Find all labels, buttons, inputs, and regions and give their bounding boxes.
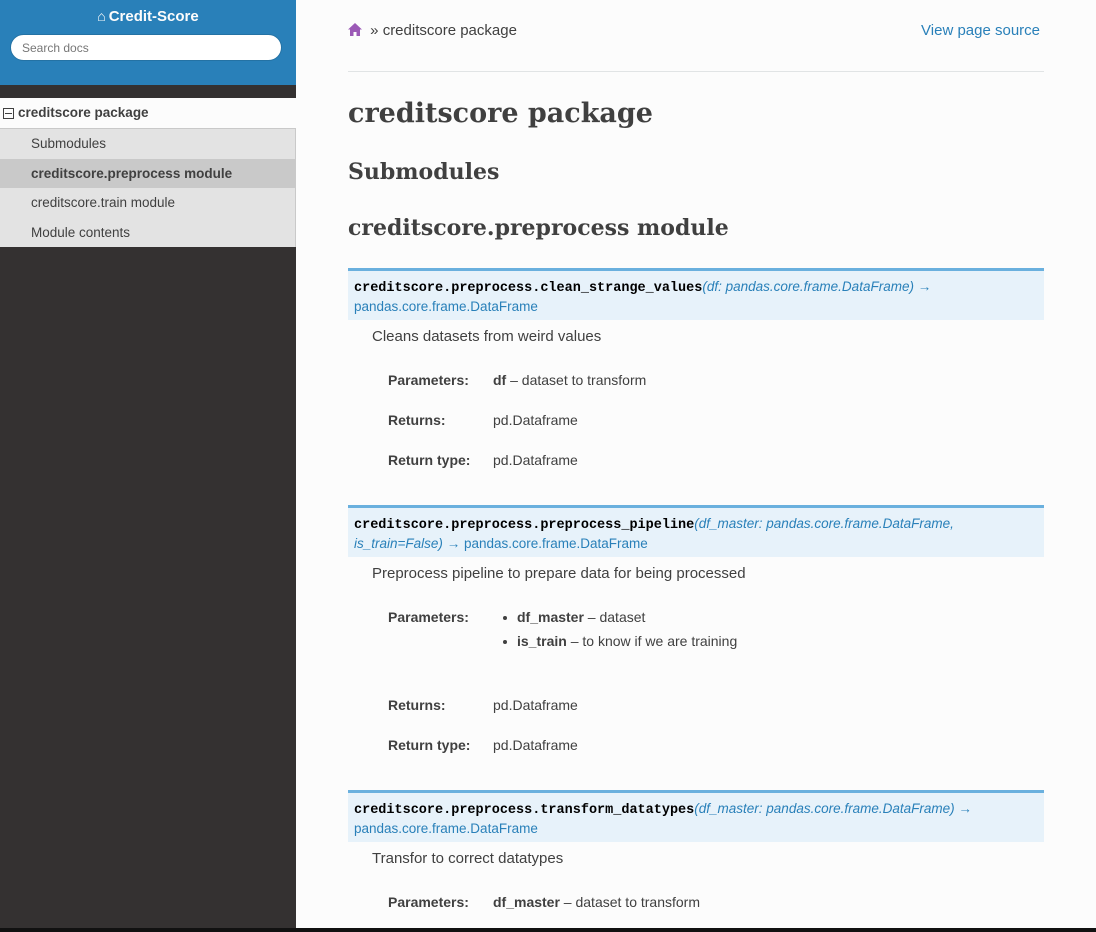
breadcrumb: » creditscore package View page source (348, 0, 1044, 72)
breadcrumb-current: creditscore package (382, 22, 517, 39)
function-name: creditscore.preprocess.transform_datatyp… (354, 803, 695, 818)
return-type-label: Return type: (388, 737, 471, 753)
minus-square-icon[interactable] (3, 107, 14, 119)
param-desc: – dataset (583, 609, 646, 625)
param-name: is_train (517, 633, 567, 649)
function-params-continued: is_train=False (354, 536, 439, 551)
main-content: » creditscore package View page source c… (348, 0, 1044, 910)
home-icon: ⌂ (97, 8, 106, 24)
param-name: df_master (493, 894, 560, 910)
list-item: df_master – dataset (502, 609, 646, 625)
return-type-label: Return type: (388, 452, 471, 468)
toc-root-label: creditscore package (18, 105, 149, 120)
parameters-label: Parameters: (388, 894, 469, 910)
return-type-link[interactable]: pandas.core.frame.DataFrame (464, 536, 648, 551)
project-home-link[interactable]: ⌂ Credit-Score (97, 8, 199, 25)
function-params: df: pandas.core.frame.DataFrame (706, 279, 910, 294)
returns-value: pd.Dataframe (493, 412, 578, 428)
return-arrow: → (958, 801, 972, 816)
param-name: df_master (517, 609, 584, 625)
view-page-source-link[interactable]: View page source (921, 22, 1040, 39)
parameters-label: Parameters: (388, 372, 469, 388)
table-of-contents: creditscore package Submodules creditsco… (0, 98, 296, 247)
project-name: Credit-Score (108, 8, 199, 25)
toc-item-train-module[interactable]: creditscore.train module (0, 188, 296, 218)
function-signature: creditscore.preprocess.preprocess_pipeli… (348, 505, 1044, 557)
toc-item-preprocess-module[interactable]: creditscore.preprocess module (0, 158, 296, 188)
page-title: creditscore package (348, 98, 653, 129)
parameters-label: Parameters: (388, 609, 469, 625)
sidebar-header: ⌂ Credit-Score (0, 0, 296, 85)
function-description: Cleans datasets from weird values (372, 328, 602, 345)
function-params: df_master: pandas.core.frame.DataFrame (698, 801, 951, 816)
toc-item-creditscore-package[interactable]: creditscore package (0, 98, 296, 129)
returns-label: Returns: (388, 697, 446, 713)
return-type-link[interactable]: pandas.core.frame.DataFrame (354, 299, 538, 314)
toc-item-submodules[interactable]: Submodules (0, 129, 296, 159)
search-input[interactable] (10, 34, 282, 61)
function-params: df_master: pandas.core.frame.DataFrame, (698, 516, 954, 531)
function-description: Transfor to correct datatypes (372, 850, 564, 867)
function-name: creditscore.preprocess.preprocess_pipeli… (354, 518, 695, 533)
function-signature: creditscore.preprocess.transform_datatyp… (348, 790, 1044, 842)
parameter-value: df – dataset to transform (493, 372, 646, 388)
toc-item-module-contents[interactable]: Module contents (0, 217, 296, 247)
return-arrow: → (446, 536, 461, 551)
preprocess-module-heading: creditscore.preprocess module (348, 215, 729, 241)
returns-label: Returns: (388, 412, 446, 428)
parameter-value: df_master – dataset to transform (493, 894, 700, 910)
return-type-link[interactable]: pandas.core.frame.DataFrame (354, 821, 538, 836)
returns-value: pd.Dataframe (493, 697, 578, 713)
function-signature: creditscore.preprocess.clean_strange_val… (348, 268, 1044, 320)
param-desc: – dataset to transform (506, 372, 647, 388)
return-arrow: → (917, 279, 932, 294)
function-description: Preprocess pipeline to prepare data for … (372, 565, 746, 582)
return-type-value: pd.Dataframe (493, 452, 578, 468)
param-desc: – dataset to transform (559, 894, 700, 910)
param-name: df (493, 372, 507, 388)
breadcrumb-separator: » (370, 22, 379, 39)
list-item: is_train – to know if we are training (502, 633, 738, 649)
param-desc: – to know if we are training (566, 633, 738, 649)
function-name: creditscore.preprocess.clean_strange_val… (354, 281, 703, 296)
window-bottom-edge (0, 928, 1096, 932)
home-icon[interactable] (348, 23, 362, 36)
submodules-heading: Submodules (348, 159, 500, 185)
sidebar: ⌂Credit-Score creditscore package Submod… (0, 0, 296, 932)
return-type-value: pd.Dataframe (493, 737, 578, 753)
